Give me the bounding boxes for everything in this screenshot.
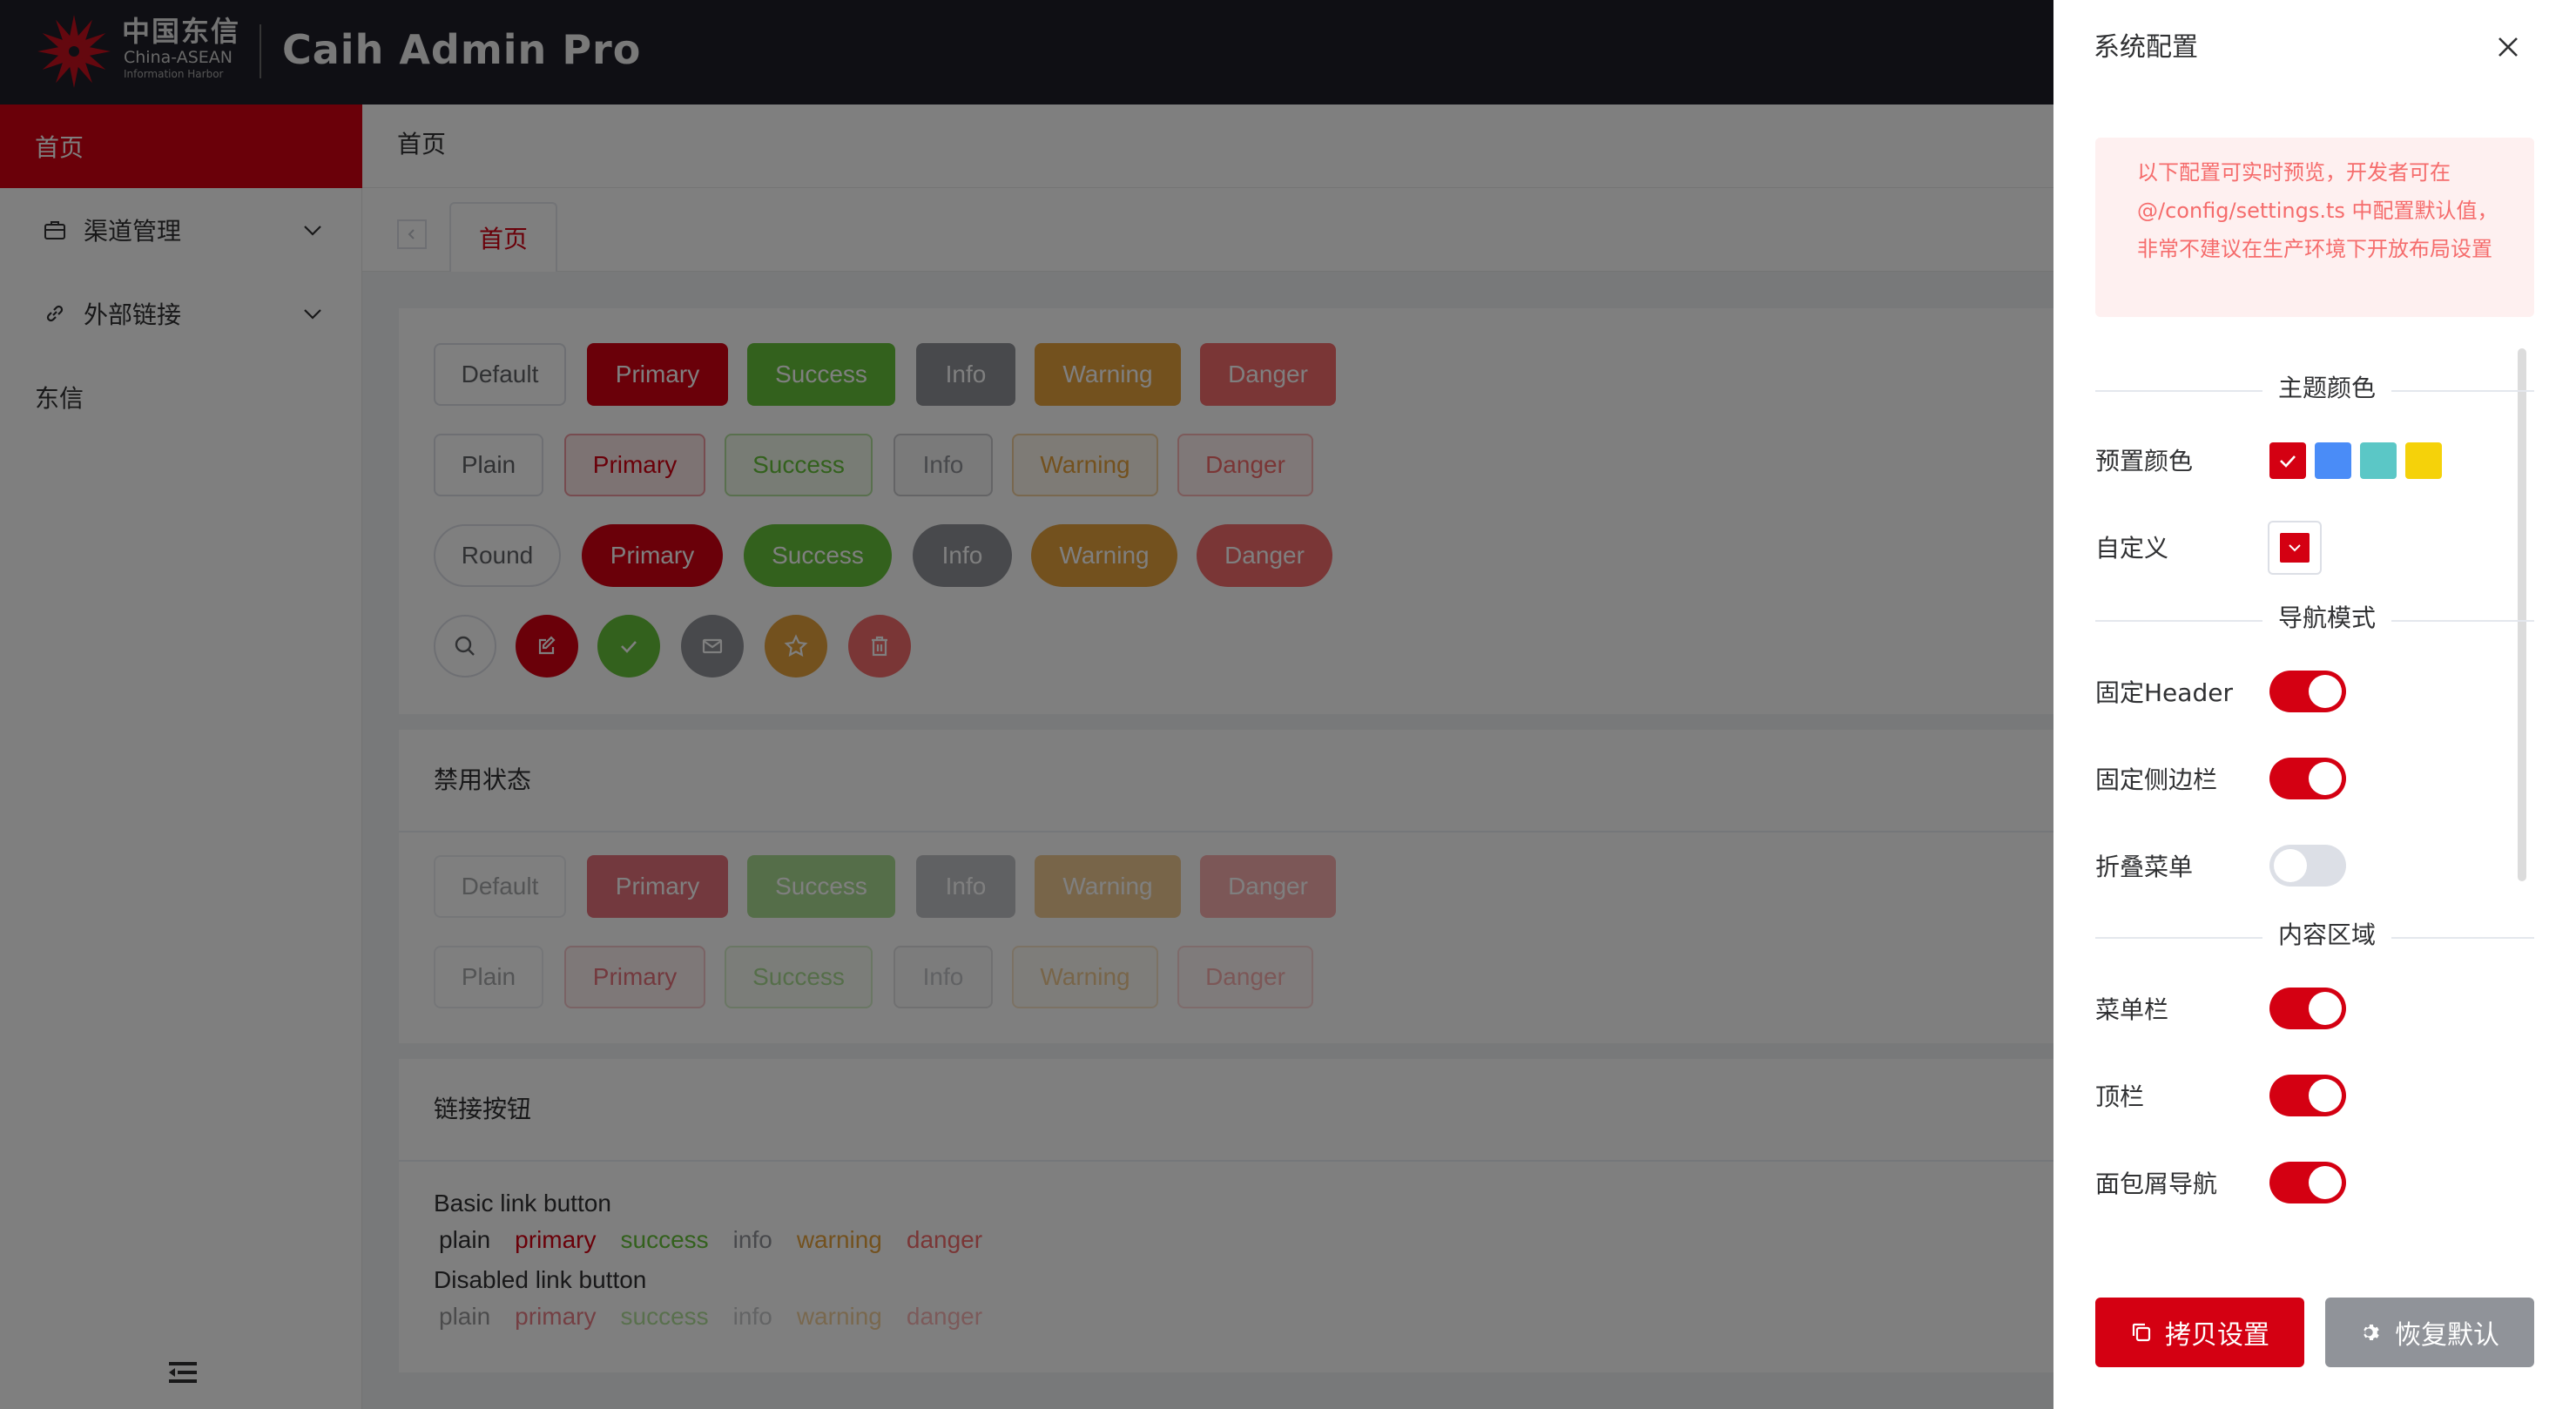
fixed-header-switch[interactable] — [2269, 671, 2346, 712]
preset-color-cyan[interactable] — [2360, 442, 2397, 479]
chevron-down-icon — [2289, 544, 2301, 552]
gear-icon — [2364, 1325, 2379, 1340]
settings-alert: 以下配置可实时预览，开发者可在 @/config/settings.ts 中配置… — [2095, 138, 2534, 317]
copy-icon — [2132, 1323, 2151, 1342]
section-title: 主题颜色 — [2262, 376, 2392, 401]
collapse-menu-label: 折叠菜单 — [2095, 853, 2194, 881]
section-title: 导航模式 — [2262, 606, 2392, 630]
preset-color-blue[interactable] — [2315, 442, 2351, 479]
drawer-title: 系统配置 — [2094, 32, 2198, 63]
settings-drawer: 系统配置 以下配置可实时预览，开发者可在 @/config/settings.t… — [2053, 0, 2576, 1409]
fixed-sidebar-switch[interactable] — [2269, 758, 2346, 799]
custom-color-picker[interactable] — [2268, 521, 2322, 575]
preset-color-yellow[interactable] — [2405, 442, 2442, 479]
topbar-label: 顶栏 — [2095, 1082, 2145, 1111]
theme-color-divider: 主题颜色 — [2095, 376, 2534, 401]
fixed-sidebar-label: 固定侧边栏 — [2095, 765, 2218, 794]
collapse-menu-switch[interactable] — [2269, 845, 2346, 887]
check-icon — [2280, 455, 2296, 468]
close-icon[interactable] — [2492, 31, 2524, 63]
custom-color-swatch — [2280, 533, 2310, 563]
copy-settings-label: 拷贝设置 — [2165, 1320, 2269, 1351]
fixed-header-label: 固定Header — [2095, 678, 2233, 707]
section-title: 内容区域 — [2262, 923, 2392, 947]
nav-mode-divider: 导航模式 — [2095, 606, 2534, 630]
custom-color-label: 自定义 — [2095, 534, 2169, 563]
copy-settings-button[interactable]: 拷贝设置 — [2095, 1298, 2304, 1367]
drawer-overlay[interactable] — [0, 0, 2053, 1409]
content-area-divider: 内容区域 — [2095, 923, 2534, 947]
breadcrumb-switch[interactable] — [2269, 1162, 2346, 1203]
alert-text: 以下配置可实时预览，开发者可在 @/config/settings.ts 中配置… — [2137, 160, 2498, 261]
preset-colors-label: 预置颜色 — [2095, 447, 2194, 475]
menubar-switch[interactable] — [2269, 988, 2346, 1029]
drawer-scrollbar[interactable] — [2518, 348, 2526, 881]
reset-default-label: 恢复默认 — [2395, 1320, 2499, 1351]
reset-default-button[interactable]: 恢复默认 — [2325, 1298, 2534, 1367]
topbar-switch[interactable] — [2269, 1075, 2346, 1116]
preset-color-red[interactable] — [2269, 442, 2306, 479]
menubar-label: 菜单栏 — [2095, 995, 2169, 1024]
breadcrumb-label: 面包屑导航 — [2095, 1170, 2218, 1198]
